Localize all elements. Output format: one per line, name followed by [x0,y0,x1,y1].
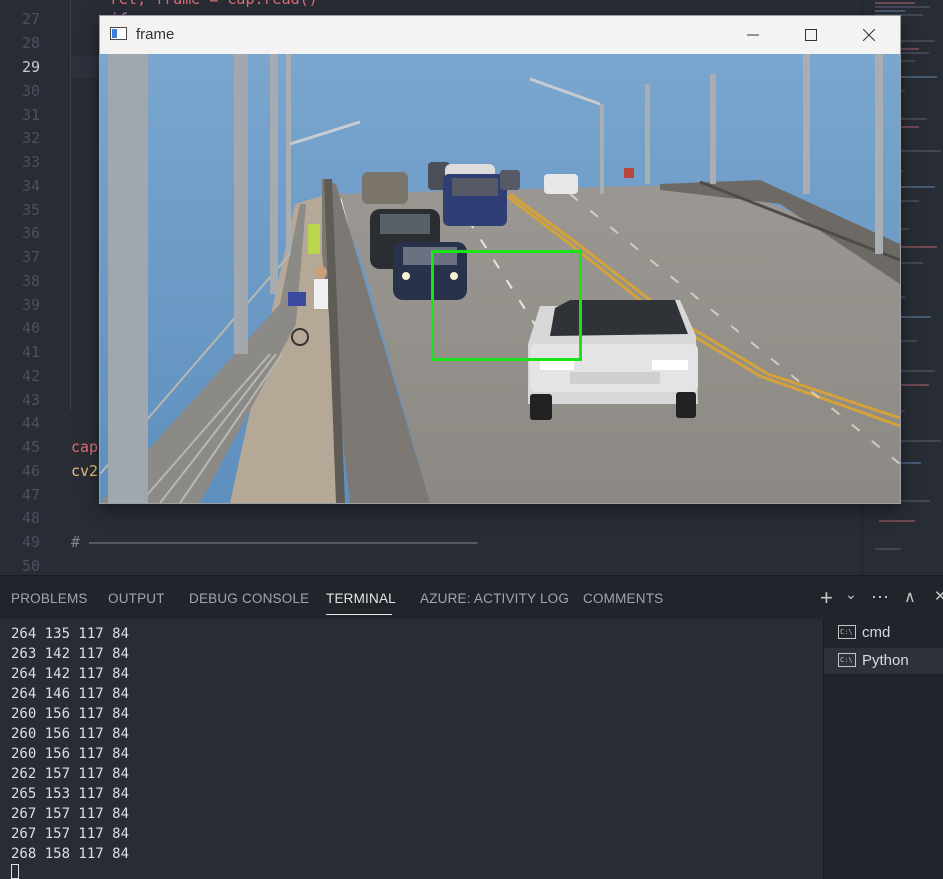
minimize-icon [747,34,759,36]
tab-problems[interactable]: PROBLEMS [11,591,88,606]
line-number: 33 [21,153,40,171]
line-number: 32 [21,129,40,147]
code-line-46: cv2 [71,462,99,480]
chevron-down-icon[interactable]: ⌄ [845,586,857,603]
line-number: 39 [21,296,40,314]
maximize-icon [805,29,817,41]
line-number: 30 [21,82,40,100]
tab-terminal[interactable]: TERMINAL [326,591,396,606]
line-number: 34 [21,177,40,195]
tab-comments[interactable]: COMMENTS [583,591,663,606]
terminal-line: 264 142 117 84 [11,666,130,682]
terminal-instance-cmd[interactable]: C:\ cmd [824,620,943,646]
tab-output[interactable]: OUTPUT [108,591,165,606]
line-number: 43 [21,391,40,409]
frame-titlebar[interactable]: frame [100,16,900,54]
line-number: 31 [21,106,40,124]
active-tab-indicator [326,614,392,615]
terminal-instance-list: C:\ cmd C:\ Python [823,619,943,879]
line-number: 41 [21,343,40,361]
code-line-45: cap [71,438,99,456]
line-number: 27 [21,10,40,28]
maximize-panel-icon[interactable]: ∧ [904,587,916,607]
terminal-line: 260 156 117 84 [11,726,130,742]
line-number: 40 [21,319,40,337]
line-number: 45 [21,438,40,456]
video-frame[interactable] [100,54,900,503]
frame-window[interactable]: frame [100,16,900,503]
line-number-active: 29 [21,58,40,76]
line-number: 37 [21,248,40,266]
terminal-line: 260 156 117 84 [11,746,130,762]
cmd-icon: C:\ [838,625,856,639]
new-terminal-button[interactable]: + [820,585,833,611]
line-number: 47 [21,486,40,504]
more-actions-icon[interactable]: ⋯ [871,587,889,608]
tracking-bounding-box [431,250,582,361]
line-number: 48 [21,509,40,527]
tab-azure-activity-log[interactable]: AZURE: ACTIVITY LOG [420,591,569,606]
line-number: 44 [21,414,40,432]
maximize-button[interactable] [782,16,840,54]
line-number: 46 [21,462,40,480]
line-number: 42 [21,367,40,385]
line-number: 50 [21,557,40,575]
close-button[interactable] [840,16,898,54]
minimize-button[interactable] [724,16,782,54]
cmd-icon: C:\ [838,653,856,667]
window-app-icon [110,27,127,40]
tab-debug-console[interactable]: DEBUG CONSOLE [189,591,309,606]
terminal-line: 267 157 117 84 [11,806,130,822]
terminal-output[interactable]: 264 135 117 84 263 142 117 84 264 142 11… [0,619,823,879]
indent-guide [70,0,71,410]
panel-tab-bar: PROBLEMS OUTPUT DEBUG CONSOLE TERMINAL A… [0,576,943,619]
terminal-instance-label: cmd [862,624,891,641]
terminal-line: 262 157 117 84 [11,766,130,782]
terminal-line: 260 156 117 84 [11,706,130,722]
code-line-49-comment: # ——————————————————————————————————————… [71,533,478,551]
terminal-cursor [11,864,19,879]
line-number: 28 [21,34,40,52]
terminal-line: 267 157 117 84 [11,826,130,842]
terminal-line: 264 135 117 84 [11,626,130,642]
line-number: 38 [21,272,40,290]
terminal-line: 268 158 117 84 [11,846,130,862]
close-panel-icon[interactable]: ✕ [934,587,943,605]
close-icon [863,29,875,41]
line-number: 35 [21,201,40,219]
terminal-instance-label: Python [862,652,909,669]
terminal-line: 263 142 117 84 [11,646,130,662]
terminal-instance-python[interactable]: C:\ Python [824,648,943,674]
line-number: 49 [21,533,40,551]
terminal-line: 264 146 117 84 [11,686,130,702]
terminal-line: 265 153 117 84 [11,786,130,802]
bottom-panel: PROBLEMS OUTPUT DEBUG CONSOLE TERMINAL A… [0,575,943,879]
line-number: 36 [21,224,40,242]
frame-window-title: frame [136,26,175,43]
